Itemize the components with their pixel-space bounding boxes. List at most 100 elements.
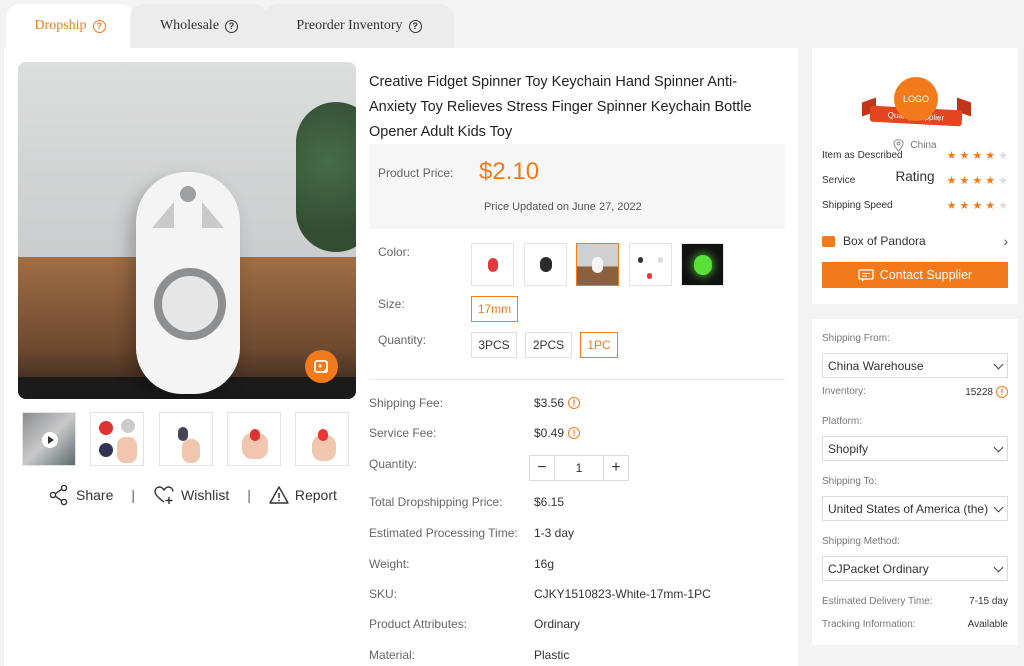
star-rating: ★ ★ ★ ★ ★ xyxy=(947,149,1008,162)
star-icon: ★ xyxy=(946,149,957,162)
contact-supplier-button[interactable]: Contact Supplier xyxy=(822,262,1008,288)
thumbnail-image[interactable] xyxy=(227,412,281,466)
tab-preorder-label: Preorder Inventory xyxy=(296,18,403,33)
quantity-option-3pcs[interactable]: 3PCS xyxy=(471,332,517,358)
service-fee-amount: $0.49 xyxy=(534,426,565,440)
info-icon[interactable]: ! xyxy=(568,397,581,409)
store-name: Box of Pandora xyxy=(843,234,926,248)
shipping-fee-value: $3.56 ! xyxy=(534,396,581,410)
help-icon[interactable]: ? xyxy=(225,19,239,33)
quantity-label: Quantity: xyxy=(369,457,418,471)
shipping-from-label: Shipping From: xyxy=(822,333,890,344)
store-icon xyxy=(822,235,835,247)
report-label: Report xyxy=(294,487,337,503)
info-icon[interactable]: ! xyxy=(568,427,581,439)
quantity-stepper: − 1 + xyxy=(529,455,629,481)
share-icon xyxy=(49,484,68,506)
keychain-hole xyxy=(180,186,196,202)
star-rating: ★ ★ ★ ★ ★ xyxy=(947,199,1008,212)
chevron-down-icon xyxy=(993,359,1004,370)
increment-button[interactable]: + xyxy=(604,456,628,480)
delivery-time-label: Estimated Delivery Time: xyxy=(822,596,933,607)
thumbnail-image[interactable] xyxy=(90,412,144,466)
wishlist-button[interactable]: Wishlist xyxy=(153,485,229,505)
platform-value: Shopify xyxy=(828,441,869,456)
star-icon: ★ xyxy=(985,149,996,162)
tab-wholesale[interactable]: Wholesale ? xyxy=(130,4,268,48)
keychain-triangle xyxy=(202,202,224,228)
add-image-icon[interactable] xyxy=(305,350,338,383)
share-button[interactable]: Share xyxy=(48,484,113,506)
color-option-red[interactable] xyxy=(471,243,514,286)
shipping-from-value: China Warehouse xyxy=(828,358,924,373)
tab-dropship[interactable]: Dropship ? xyxy=(6,4,134,48)
chevron-down-icon xyxy=(993,562,1004,573)
thumbnail-image[interactable] xyxy=(159,412,213,466)
product-actions: Share | Wishlist | Report xyxy=(48,483,337,507)
size-option-17mm[interactable]: 17mm xyxy=(471,296,518,322)
product-price: $2.10 xyxy=(479,158,540,185)
tab-dropship-label: Dropship xyxy=(34,18,87,33)
star-icon: ★ xyxy=(985,174,996,187)
quantity-options-label: Quantity: xyxy=(378,333,427,347)
product-main-image[interactable] xyxy=(18,62,356,399)
color-option-white[interactable] xyxy=(576,243,619,286)
heart-plus-icon xyxy=(154,486,174,504)
platform-select[interactable]: Shopify xyxy=(822,436,1008,461)
star-icon: ★ xyxy=(959,199,970,212)
inventory-value-group: 15228 ! xyxy=(965,386,1008,398)
star-icon: ★ xyxy=(959,174,970,187)
star-icon: ★ xyxy=(998,149,1008,162)
image-plant xyxy=(296,102,356,252)
weight-value: 16g xyxy=(534,557,555,571)
quantity-option-1pc[interactable]: 1PC xyxy=(580,332,618,358)
material-value: Plastic xyxy=(534,648,570,662)
tab-preorder-inventory[interactable]: Preorder Inventory ? xyxy=(264,4,454,48)
platform-label: Platform: xyxy=(822,416,863,427)
thumbnail-image[interactable] xyxy=(295,412,349,466)
rating-shipping-speed: Shipping Speed ★ ★ ★ ★ ★ xyxy=(822,197,1008,213)
supplier-card: Quality Supplier LOGO China Rating Item … xyxy=(812,48,1018,304)
star-icon: ★ xyxy=(972,174,983,187)
color-option-glow[interactable] xyxy=(681,243,724,286)
store-link[interactable]: Box of Pandora › xyxy=(822,232,1008,250)
star-icon: ★ xyxy=(998,174,1008,187)
inventory-value: 15228 xyxy=(965,386,993,398)
chevron-down-icon xyxy=(993,502,1004,513)
thumbnail-video[interactable] xyxy=(22,412,76,466)
wishlist-label: Wishlist xyxy=(181,487,230,503)
rating-label: Service xyxy=(822,174,856,186)
shipping-to-label: Shipping To: xyxy=(822,476,877,487)
weight-label: Weight: xyxy=(369,557,410,571)
star-icon: ★ xyxy=(985,199,996,212)
supplier-logo[interactable]: LOGO xyxy=(894,77,938,121)
inventory-row: Inventory: 15228 ! xyxy=(822,386,1008,398)
info-icon[interactable]: ! xyxy=(996,386,1008,398)
shipping-method-value: CJPacket Ordinary xyxy=(828,561,929,576)
decrement-button[interactable]: − xyxy=(530,456,554,480)
shipping-method-label: Shipping Method: xyxy=(822,536,900,547)
product-attributes-value: Ordinary xyxy=(534,617,581,631)
tracking-label: Tracking Information: xyxy=(822,619,916,630)
total-price-label: Total Dropshipping Price: xyxy=(369,495,503,509)
star-icon: ★ xyxy=(946,199,957,212)
service-fee-value: $0.49 ! xyxy=(534,426,581,440)
product-attributes-label: Product Attributes: xyxy=(369,617,468,631)
shipping-from-select[interactable]: China Warehouse xyxy=(822,353,1008,378)
delivery-time-value: 7-15 day xyxy=(969,596,1008,607)
report-button[interactable]: Report xyxy=(269,485,337,505)
delivery-time-row: Estimated Delivery Time: 7-15 day xyxy=(822,596,1008,607)
star-icon: ★ xyxy=(998,199,1008,212)
contact-supplier-label: Contact Supplier xyxy=(879,268,973,282)
star-rating: ★ ★ ★ ★ ★ xyxy=(947,174,1008,187)
color-option-black[interactable] xyxy=(524,243,567,286)
shipping-fee-amount: $3.56 xyxy=(534,396,565,410)
quantity-input[interactable]: 1 xyxy=(554,456,604,480)
color-option-mixed[interactable] xyxy=(629,243,672,286)
shipping-method-select[interactable]: CJPacket Ordinary xyxy=(822,556,1008,581)
shipping-to-select[interactable]: United States of America (the) xyxy=(822,496,1008,521)
help-icon[interactable]: ? xyxy=(408,19,422,33)
quantity-option-2pcs[interactable]: 2PCS xyxy=(525,332,572,358)
keychain-ring xyxy=(154,268,226,340)
help-icon[interactable]: ? xyxy=(92,19,106,33)
